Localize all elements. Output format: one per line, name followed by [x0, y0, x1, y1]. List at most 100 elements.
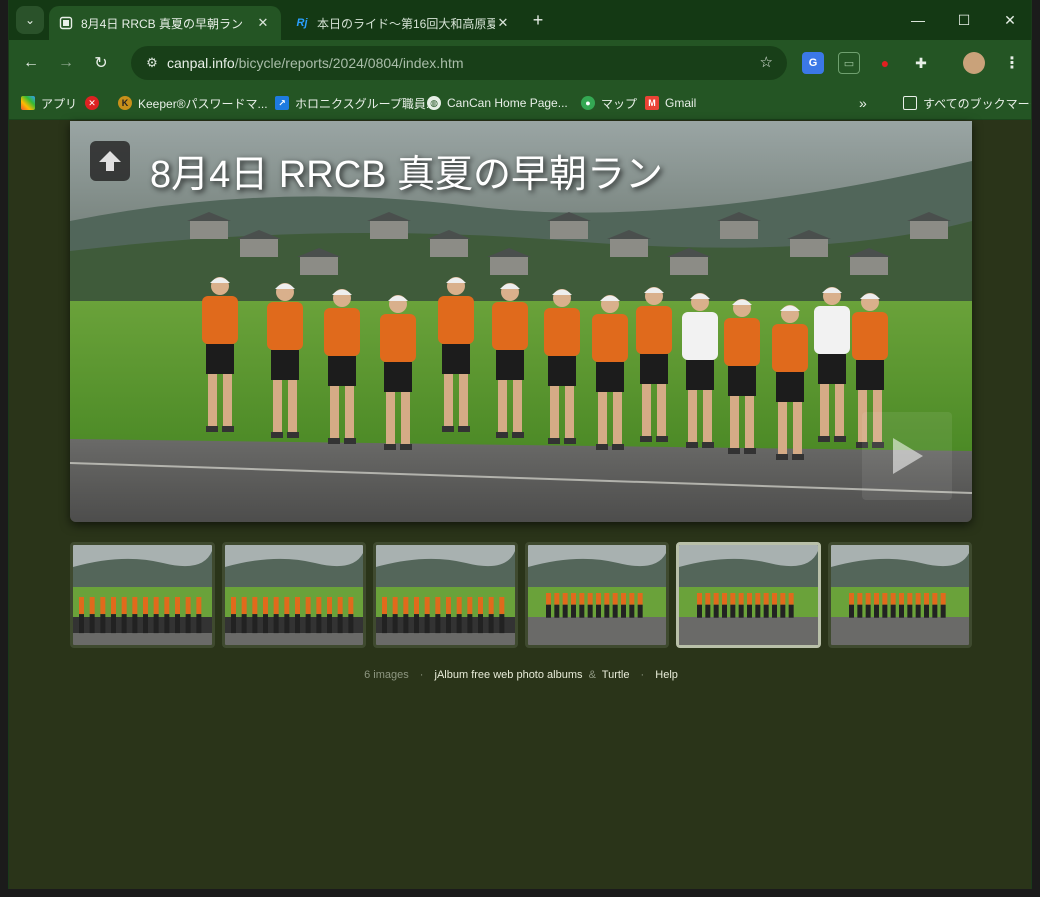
- rider-mark: [730, 593, 736, 605]
- page-content: 8月4日 RRCB 真夏の早朝ラン 6 images · jAlbum free…: [9, 121, 1031, 889]
- rider-mark: [637, 604, 643, 618]
- site-info-icon[interactable]: ⚙: [137, 55, 167, 71]
- rider-mark: [890, 604, 896, 618]
- rider-mark: [738, 593, 744, 605]
- thumbnail[interactable]: [524, 542, 669, 648]
- rider-mark: [403, 614, 409, 634]
- minimize-icon[interactable]: —: [895, 0, 941, 40]
- rj-logo-icon: Rj: [296, 17, 308, 29]
- tab-inactive[interactable]: Rj 本日のライド〜第16回大和高原夏 ✕: [285, 6, 521, 40]
- keeper-icon: K: [118, 96, 132, 110]
- rider-mark: [230, 597, 236, 615]
- rider-mark: [856, 604, 862, 618]
- rider-mark: [478, 597, 483, 615]
- forward-icon[interactable]: →: [52, 49, 80, 77]
- rider-mark: [121, 597, 127, 615]
- rider-mark: [612, 593, 618, 605]
- back-icon[interactable]: ←: [17, 49, 45, 77]
- reload-icon[interactable]: ↻: [87, 49, 115, 77]
- bookmarks-bar: アプリ ✕ K Keeper®パスワードマ... ↗ ホロニクスグループ職員..…: [9, 86, 1031, 120]
- close-icon[interactable]: ✕: [495, 15, 511, 31]
- main-photo[interactable]: 8月4日 RRCB 真夏の早朝ラン: [70, 121, 972, 522]
- up-arrow-button[interactable]: [90, 141, 130, 181]
- bookmark-apps[interactable]: アプリ: [21, 94, 77, 112]
- bookmark-keeper[interactable]: K Keeper®パスワードマ...: [118, 94, 268, 112]
- rider-mark: [435, 597, 441, 615]
- rider-mark: [143, 597, 148, 615]
- bookmark-star-icon[interactable]: ☆: [760, 53, 773, 71]
- rider-mark: [755, 593, 761, 605]
- avatar[interactable]: [963, 52, 985, 74]
- album-title: 8月4日 RRCB 真夏の早朝ラン: [150, 154, 664, 196]
- gmail-icon: M: [645, 96, 659, 110]
- next-button[interactable]: [862, 412, 952, 500]
- rider-mark: [713, 604, 719, 618]
- all-bookmarks[interactable]: すべてのブックマーク: [903, 94, 1031, 112]
- rider-mark: [305, 597, 311, 615]
- rider-mark: [620, 604, 626, 618]
- translate-icon[interactable]: G: [802, 52, 824, 74]
- more-bookmarks-icon[interactable]: »: [859, 94, 867, 112]
- rider-mark: [915, 604, 921, 618]
- address-bar[interactable]: ⚙ canpal.info/bicycle/reports/2024/0804/…: [131, 46, 787, 80]
- maximize-icon[interactable]: ☐: [941, 0, 987, 40]
- extensions-puzzle-icon[interactable]: ✚: [910, 52, 932, 74]
- rider-mark: [175, 597, 180, 615]
- rider-mark: [499, 597, 505, 615]
- rider-mark: [185, 597, 191, 615]
- rider-mark: [747, 604, 752, 618]
- rider-mark: [906, 593, 912, 605]
- rider-mark: [392, 614, 398, 634]
- new-tab-button[interactable]: +: [527, 10, 549, 32]
- menu-kebab-icon[interactable]: ⋮: [1001, 52, 1023, 74]
- bookmark-red[interactable]: ✕: [85, 94, 105, 112]
- rider-mark: [788, 593, 794, 605]
- tab-title: 8月4日 RRCB 真夏の早朝ラン: [81, 16, 244, 31]
- thumbnail-strip: [70, 542, 972, 648]
- rider-mark: [890, 593, 896, 605]
- folder-icon: [903, 96, 917, 110]
- rider-mark: [79, 597, 84, 615]
- thumbnail-photo: [224, 545, 364, 645]
- rider-mark: [305, 614, 311, 634]
- rider-mark: [637, 593, 643, 605]
- thumbnail[interactable]: [373, 542, 518, 648]
- rider-mark: [153, 597, 159, 615]
- extension-red-icon[interactable]: ●: [874, 52, 896, 74]
- rider-mark: [578, 593, 584, 605]
- turtle-link[interactable]: Turtle: [602, 669, 630, 681]
- bookmark-gmail[interactable]: M Gmail: [645, 94, 696, 112]
- footer: 6 images · jAlbum free web photo albums …: [9, 669, 1031, 681]
- rider-mark: [488, 614, 494, 634]
- thumbnail[interactable]: [827, 542, 972, 648]
- thumbnail-photo: [73, 545, 212, 645]
- browser-window: ⌄ 8月4日 RRCB 真夏の早朝ラン ✕ Rj 本日のライド〜第16回大和高原…: [8, 0, 1032, 889]
- rider-mark: [697, 604, 702, 618]
- rider-mark: [478, 614, 483, 634]
- help-link[interactable]: Help: [655, 669, 678, 681]
- rider-mark: [283, 614, 289, 634]
- thumbnail[interactable]: [221, 542, 366, 648]
- rider-mark: [730, 604, 736, 618]
- bookmark-cancan[interactable]: ◍ CanCan Home Page...: [427, 94, 568, 112]
- jalbum-link[interactable]: jAlbum free web photo albums: [435, 669, 583, 681]
- rider-mark: [392, 597, 398, 615]
- red-logo-icon: ✕: [85, 96, 99, 110]
- bookmark-holonix[interactable]: ↗ ホロニクスグループ職員...: [275, 94, 436, 112]
- tab-active[interactable]: 8月4日 RRCB 真夏の早朝ラン ✕: [49, 6, 281, 40]
- rider-mark: [738, 604, 744, 618]
- rider-mark: [164, 597, 170, 615]
- rider-mark: [185, 614, 191, 634]
- thumbnail[interactable]: [70, 542, 215, 648]
- close-icon[interactable]: ✕: [255, 15, 271, 31]
- rider-mark: [175, 614, 180, 634]
- rider-mark: [89, 597, 95, 615]
- separator: ·: [419, 669, 424, 681]
- bookmark-maps[interactable]: ● マップ: [581, 94, 637, 112]
- screen-icon[interactable]: ▭: [838, 52, 860, 74]
- tab-search-button[interactable]: ⌄: [16, 6, 44, 34]
- page-icon: [59, 16, 73, 30]
- close-window-icon[interactable]: ✕: [987, 0, 1031, 40]
- thumbnail[interactable]: [676, 542, 821, 648]
- rider-mark: [337, 614, 343, 634]
